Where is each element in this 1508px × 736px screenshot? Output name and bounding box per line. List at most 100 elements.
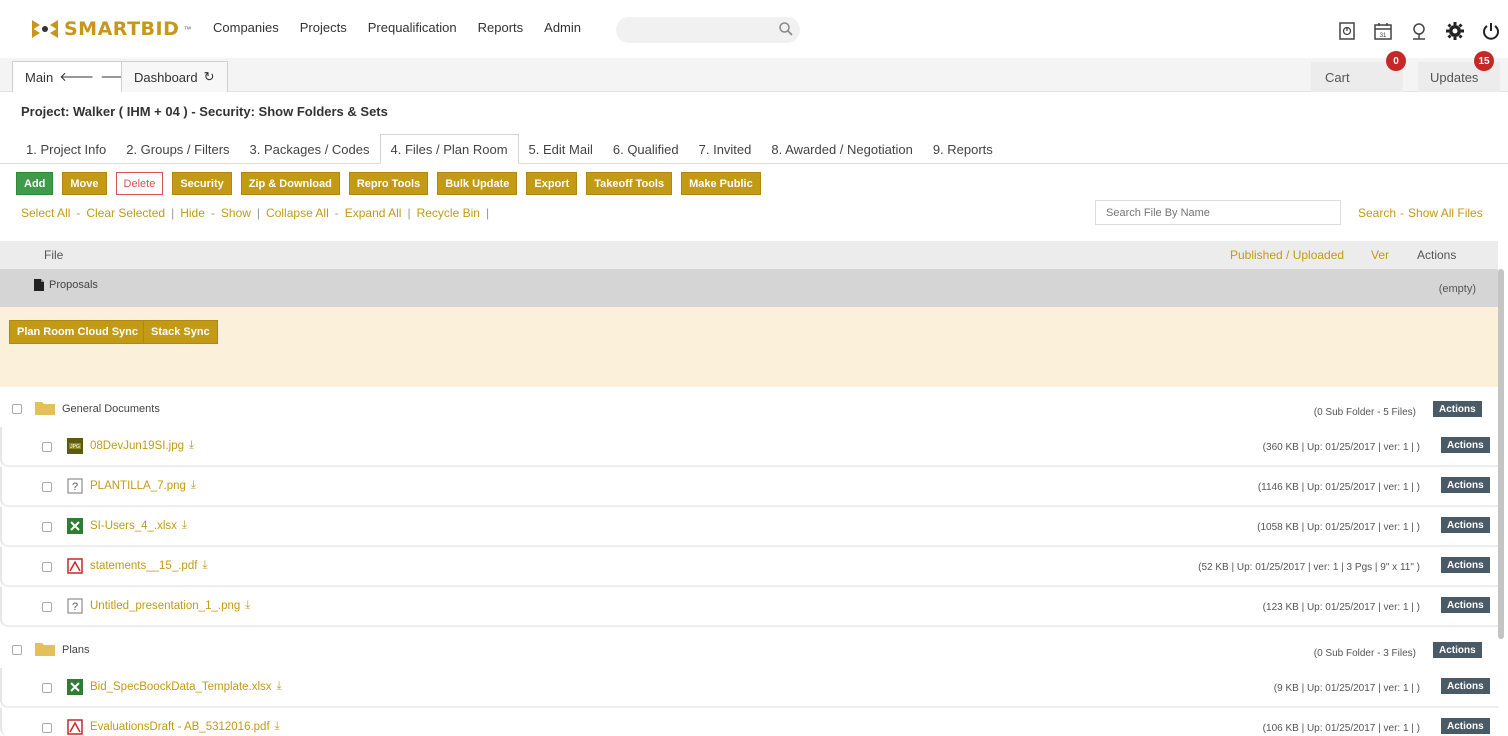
clear-selected-link[interactable]: Clear Selected	[86, 206, 165, 220]
file-row[interactable]: statements__15_.pdf ⤓ (52 KB | Up: 01/25/…	[0, 547, 1498, 587]
add-button[interactable]: Add	[16, 172, 54, 195]
power-icon[interactable]	[1480, 20, 1502, 42]
takeoff-tools-button[interactable]: Takeoff Tools	[586, 172, 673, 195]
nav-prequalification[interactable]: Prequalification	[368, 20, 457, 35]
column-ver[interactable]: Ver	[1371, 248, 1389, 262]
document-icon	[34, 279, 44, 291]
refresh-icon[interactable]: ↻	[204, 69, 215, 85]
report-icon[interactable]	[1336, 20, 1358, 42]
tab-invited[interactable]: 7. Invited	[689, 134, 762, 164]
zip-download-button[interactable]: Zip & Download	[240, 172, 340, 195]
calendar-icon[interactable]: 31	[1372, 20, 1394, 42]
folder-checkbox[interactable]	[12, 645, 22, 655]
file-name[interactable]: 08DevJun19SI.jpg	[90, 440, 184, 452]
logo[interactable]: SMARTBID ™	[30, 14, 191, 44]
search-link[interactable]: Search	[1358, 206, 1396, 220]
file-name[interactable]: PLANTILLA_7.png	[90, 480, 186, 492]
proposals-folder-row[interactable]: Proposals (empty)	[0, 269, 1498, 307]
file-name[interactable]: Untitled_presentation_1_.png	[90, 600, 240, 612]
file-row[interactable]: SI-Users_4_.xlsx ⤓ (1058 KB | Up: 01/25/2…	[0, 507, 1498, 547]
plan-room-cloud-sync-button[interactable]: Plan Room Cloud Sync	[9, 320, 147, 344]
column-published-uploaded[interactable]: Published / Uploaded	[1230, 248, 1344, 262]
tab-packages-codes[interactable]: 3. Packages / Codes	[240, 134, 380, 164]
tab-groups-filters[interactable]: 2. Groups / Filters	[116, 134, 239, 164]
search-icon[interactable]	[778, 21, 794, 37]
tab-dashboard[interactable]: Dashboard ↻	[121, 61, 228, 92]
expand-all-link[interactable]: Expand All	[345, 206, 402, 220]
file-row[interactable]: EvaluationsDraft - AB_5312016.pdf ⤓ (106 …	[0, 708, 1498, 736]
nav-reports[interactable]: Reports	[478, 20, 524, 35]
nav-admin[interactable]: Admin	[544, 20, 581, 35]
download-icon[interactable]: ⤓	[245, 599, 250, 612]
move-button[interactable]: Move	[62, 172, 107, 195]
file-row[interactable]: ? PLANTILLA_7.png ⤓ (1146 KB | Up: 01/25/…	[0, 467, 1498, 507]
show-link[interactable]: Show	[221, 206, 251, 220]
gear-icon[interactable]	[1444, 20, 1466, 42]
proposals-status: (empty)	[1438, 283, 1476, 295]
file-actions-button[interactable]: Actions	[1441, 437, 1490, 453]
back-arrow-icon[interactable]: 🡐	[59, 69, 94, 85]
file-search-input[interactable]	[1095, 200, 1341, 225]
download-icon[interactable]: ⤓	[191, 479, 196, 492]
make-public-button[interactable]: Make Public	[681, 172, 761, 195]
file-checkbox[interactable]	[42, 522, 52, 532]
stack-sync-button[interactable]: Stack Sync	[143, 320, 218, 344]
file-name-wrap: EvaluationsDraft - AB_5312016.pdf ⤓	[90, 720, 280, 733]
folder-name[interactable]: General Documents	[62, 403, 160, 415]
download-icon[interactable]: ⤓	[189, 439, 194, 452]
file-actions-button[interactable]: Actions	[1441, 477, 1490, 493]
selection-links: Select All - Clear Selected | Hide - Show | …	[21, 206, 489, 220]
show-all-files-link[interactable]: Show All Files	[1408, 206, 1483, 220]
file-name[interactable]: SI-Users_4_.xlsx	[90, 520, 177, 532]
folder-name[interactable]: Plans	[62, 644, 90, 656]
file-checkbox[interactable]	[42, 683, 52, 693]
file-checkbox[interactable]	[42, 602, 52, 612]
tab-files-plan-room[interactable]: 4. Files / Plan Room	[379, 134, 519, 164]
delete-button[interactable]: Delete	[115, 172, 164, 195]
nav-companies[interactable]: Companies	[213, 20, 279, 35]
tab-edit-mail[interactable]: 5. Edit Mail	[519, 134, 603, 164]
file-row[interactable]: Bid_SpecBoockData_Template.xlsx ⤓ (9 KB |…	[0, 668, 1498, 708]
file-row[interactable]: ? Untitled_presentation_1_.png ⤓ (123 KB …	[0, 587, 1498, 627]
file-name[interactable]: statements__15_.pdf	[90, 560, 197, 572]
repro-tools-button[interactable]: Repro Tools	[348, 172, 429, 195]
file-name[interactable]: Bid_SpecBoockData_Template.xlsx	[90, 681, 272, 693]
file-actions-button[interactable]: Actions	[1441, 597, 1490, 613]
folder-row[interactable]: Plans (0 Sub Folder - 3 Files) Actions	[0, 630, 1498, 670]
separator: -	[210, 206, 215, 220]
download-icon[interactable]: ⤓	[182, 519, 187, 532]
global-search-input[interactable]	[616, 17, 800, 43]
folder-checkbox[interactable]	[12, 404, 22, 414]
tab-qualified[interactable]: 6. Qualified	[603, 134, 689, 164]
tab-awarded-negotiation[interactable]: 8. Awarded / Negotiation	[761, 134, 922, 164]
file-actions-button[interactable]: Actions	[1441, 557, 1490, 573]
nav-projects[interactable]: Projects	[300, 20, 347, 35]
select-all-link[interactable]: Select All	[21, 206, 70, 220]
file-actions-button[interactable]: Actions	[1441, 678, 1490, 694]
recycle-bin-link[interactable]: Recycle Bin	[417, 206, 480, 220]
download-icon[interactable]: ⤓	[275, 720, 280, 733]
file-checkbox[interactable]	[42, 723, 52, 733]
bulk-update-button[interactable]: Bulk Update	[437, 172, 518, 195]
tab-reports[interactable]: 9. Reports	[923, 134, 1003, 164]
security-button[interactable]: Security	[172, 172, 232, 195]
file-name-wrap: 08DevJun19SI.jpg ⤓	[90, 439, 194, 452]
file-actions-button[interactable]: Actions	[1441, 517, 1490, 533]
support-icon[interactable]	[1408, 20, 1430, 42]
export-button[interactable]: Export	[526, 172, 578, 195]
folder-row[interactable]: General Documents (0 Sub Folder - 5 File…	[0, 389, 1498, 429]
file-row[interactable]: JPG 08DevJun19SI.jpg ⤓ (360 KB | Up: 01/2…	[0, 427, 1498, 467]
file-actions-button[interactable]: Actions	[1441, 718, 1490, 734]
file-checkbox[interactable]	[42, 482, 52, 492]
file-checkbox[interactable]	[42, 442, 52, 452]
folder-actions-button[interactable]: Actions	[1433, 642, 1482, 658]
tab-project-info[interactable]: 1. Project Info	[16, 134, 116, 164]
file-checkbox[interactable]	[42, 562, 52, 572]
download-icon[interactable]: ⤓	[202, 559, 207, 572]
scrollbar[interactable]	[1498, 269, 1504, 639]
file-name[interactable]: EvaluationsDraft - AB_5312016.pdf	[90, 721, 270, 733]
hide-link[interactable]: Hide	[180, 206, 205, 220]
collapse-all-link[interactable]: Collapse All	[266, 206, 329, 220]
folder-actions-button[interactable]: Actions	[1433, 401, 1482, 417]
download-icon[interactable]: ⤓	[277, 680, 282, 693]
